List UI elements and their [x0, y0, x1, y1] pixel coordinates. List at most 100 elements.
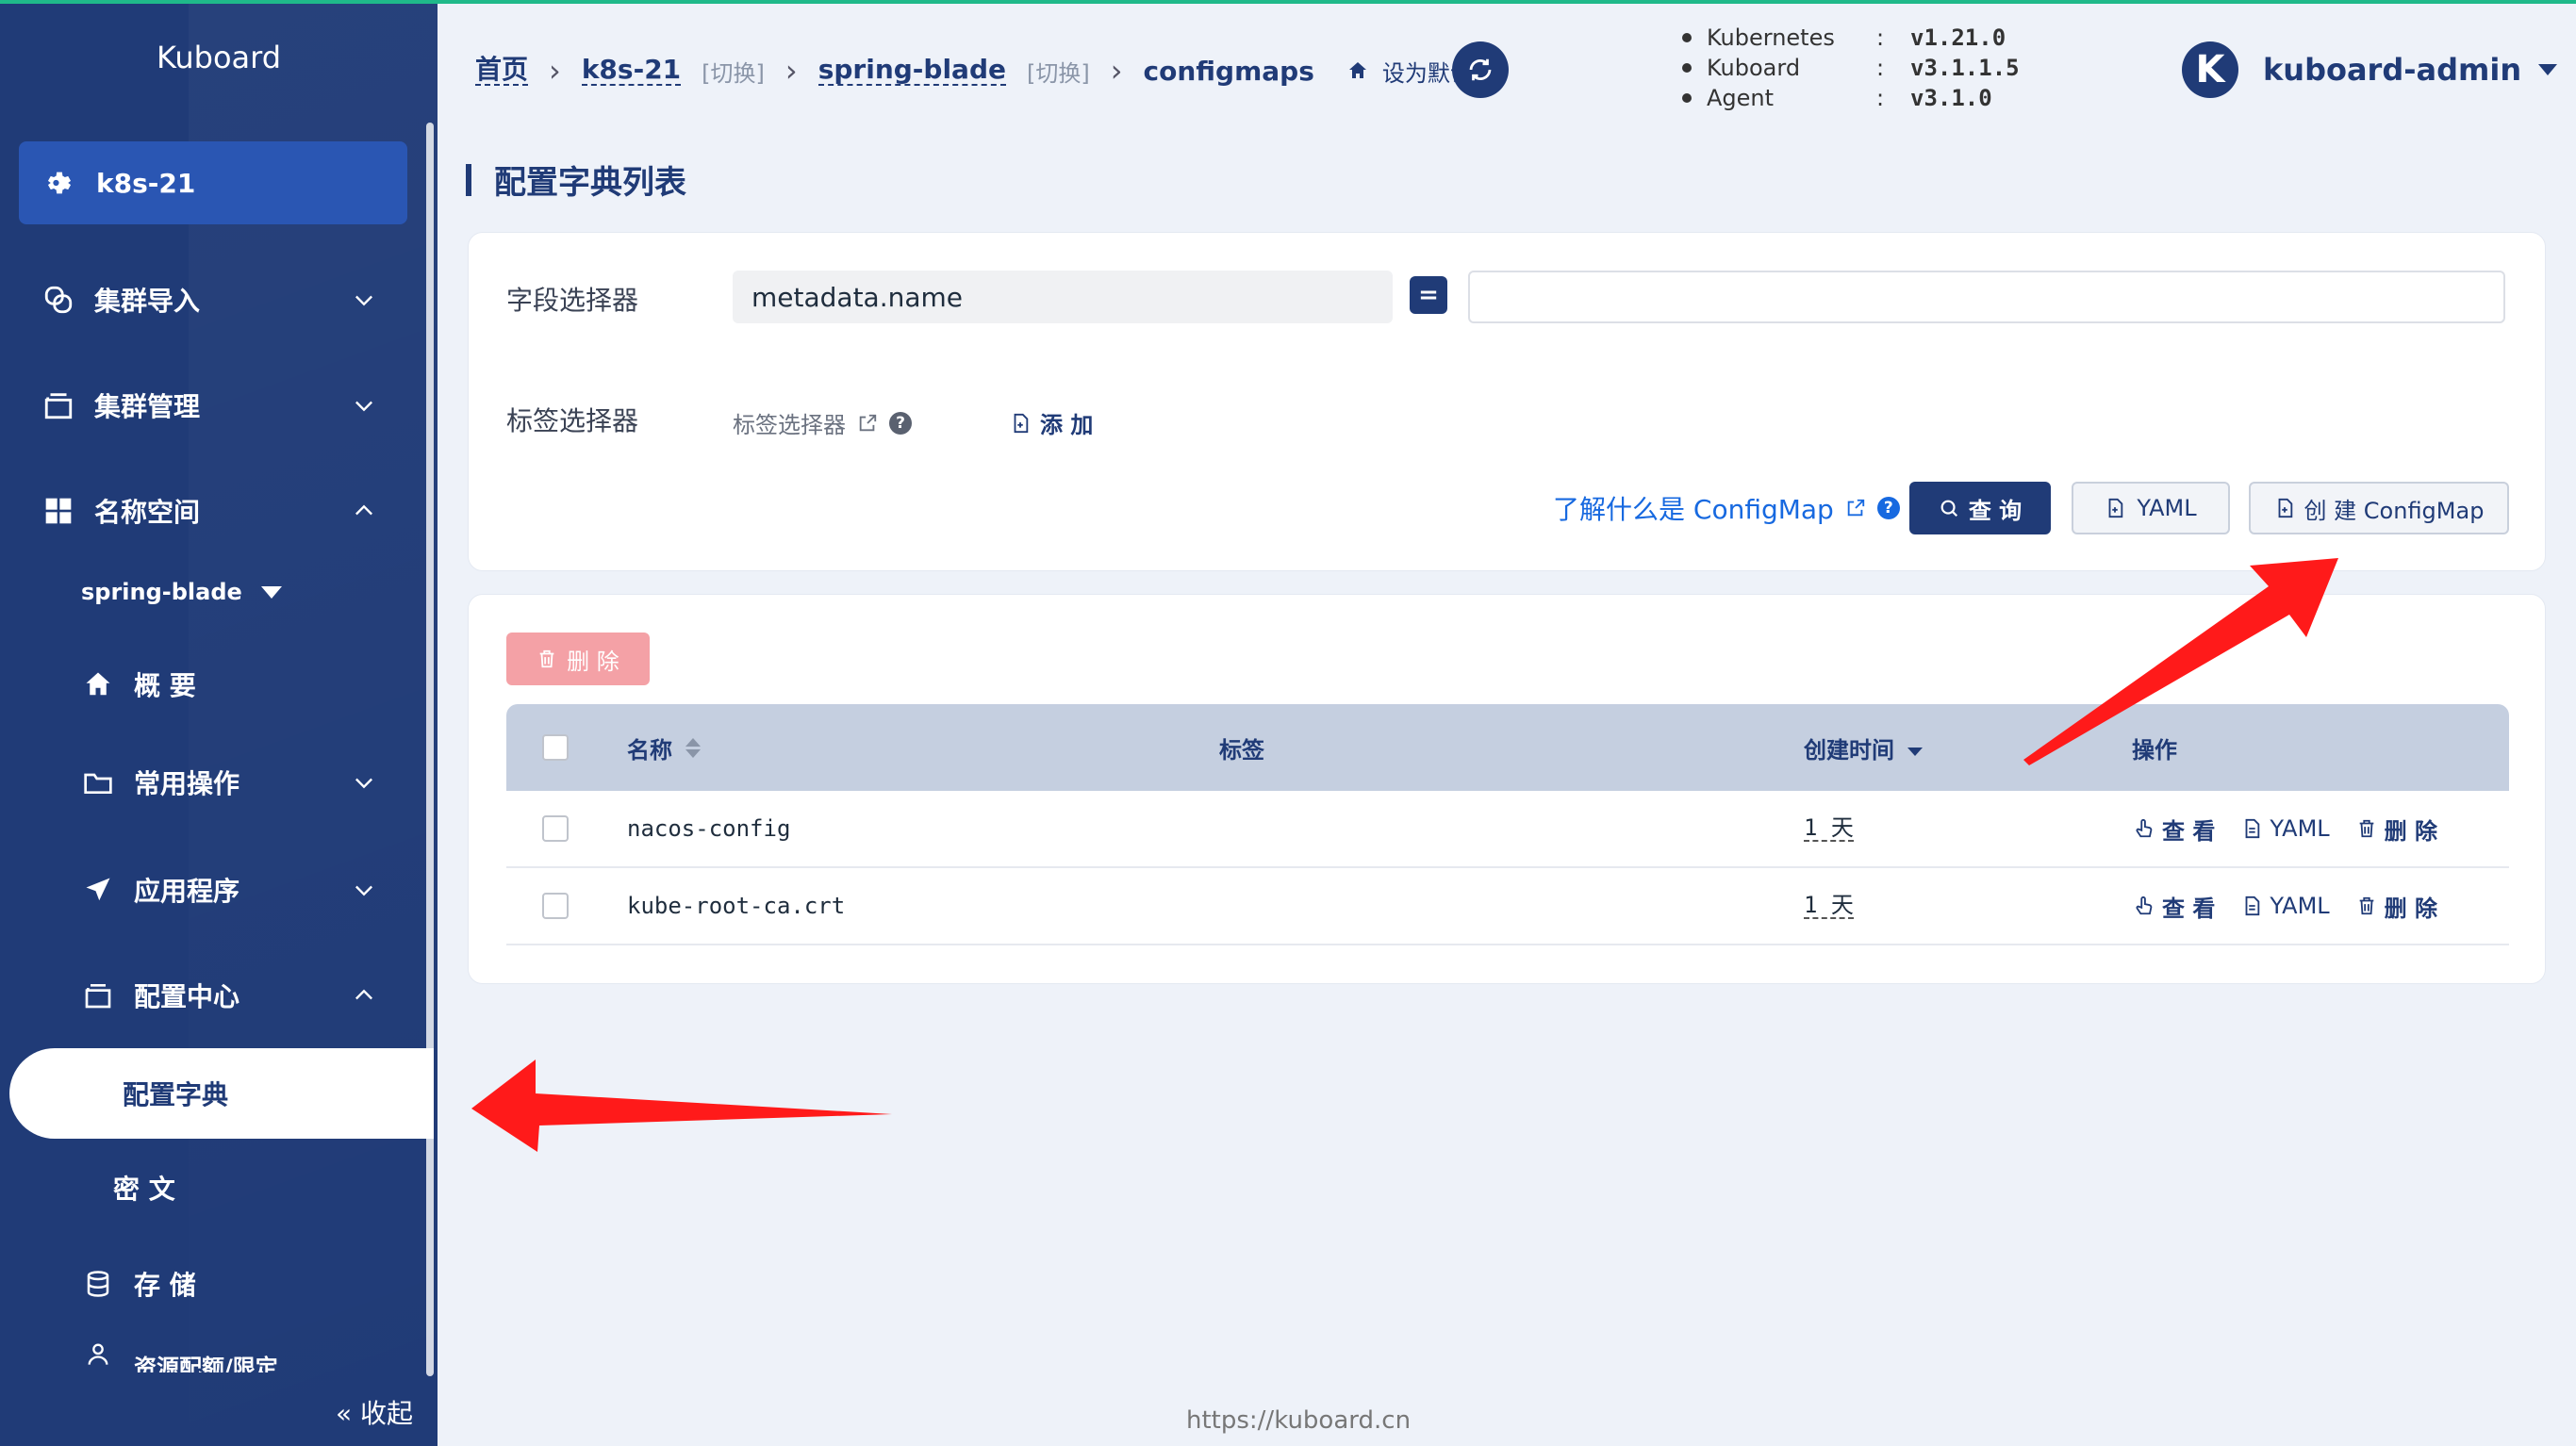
switch-cluster-link[interactable]: [切换] [702, 55, 765, 88]
breadcrumb-home[interactable]: 首页 [475, 55, 529, 87]
column-header-ops: 操作 [2132, 736, 2177, 764]
namespace-select[interactable]: spring-blade [81, 579, 282, 605]
trash-icon [2356, 896, 2377, 916]
column-header-label: 名称 [627, 736, 672, 764]
field-value-input[interactable] [1468, 271, 2505, 323]
sort-icon[interactable] [685, 737, 701, 758]
breadcrumb: 首页 › k8s-21 [切换] › spring-blade [切换] › c… [475, 53, 1495, 89]
footer-url[interactable]: https://kuboard.cn [1186, 1406, 1411, 1435]
breadcrumb-namespace[interactable]: spring-blade [817, 55, 1006, 87]
checkbox[interactable] [542, 734, 569, 761]
delete-label: 删 除 [2384, 895, 2438, 922]
sort-desc-icon[interactable] [1907, 747, 1923, 756]
table-row: nacos-config 1 天 查 看 YAML 删 除 [506, 791, 2509, 868]
sidebar-item-config-center[interactable]: 配置中心 [0, 958, 424, 1033]
user-icon [81, 1337, 115, 1371]
breadcrumb-cluster[interactable]: k8s-21 [581, 55, 682, 87]
breadcrumb-current: configmaps [1143, 55, 1314, 87]
sidebar-item-applications[interactable]: 应用程序 [0, 852, 424, 928]
create-configmap-label: 创 建 ConfigMap [2304, 497, 2485, 524]
add-label-button[interactable]: 添 加 [1010, 406, 1093, 439]
yaml-label: YAML [2137, 495, 2197, 521]
delete-label: 删 除 [2384, 817, 2438, 845]
sidebar-scrollbar[interactable] [426, 123, 434, 1376]
batch-delete-button[interactable]: 删 除 [506, 633, 650, 685]
row-checkbox[interactable] [542, 815, 569, 842]
sidebar-item-label: 集群导入 [94, 286, 201, 317]
version-value: v3.1.1.5 [1910, 55, 2020, 81]
sidebar-item-storage[interactable]: 存 储 [0, 1246, 424, 1322]
select-all-checkbox[interactable] [542, 704, 569, 791]
learn-configmap-link[interactable]: 了解什么是 ConfigMap ? [1553, 489, 1900, 527]
column-header-labels: 标签 [1219, 736, 1264, 764]
sidebar-item-namespace[interactable]: 名称空间 [0, 473, 424, 549]
sidebar-item-label: 概 要 [134, 670, 196, 701]
query-button[interactable]: 查 询 [1909, 482, 2051, 534]
chevron-up-icon [355, 504, 372, 516]
sidebar-item-label: 配置字典 [123, 1079, 229, 1110]
chevron-right-icon: › [784, 53, 798, 89]
row-delete-button[interactable]: 删 除 [2356, 890, 2437, 923]
view-button[interactable]: 查 看 [2134, 813, 2215, 846]
sidebar-item-secret[interactable]: 密 文 [0, 1150, 424, 1225]
sidebar: Kuboard k8s-21 集群导入 集群管理 名称空间 spring-bla… [0, 0, 438, 1446]
chevron-down-icon [355, 778, 372, 789]
field-selector-select[interactable]: metadata.name [733, 271, 1393, 323]
switch-namespace-link[interactable]: [切换] [1027, 55, 1090, 88]
bullet-icon [1682, 33, 1692, 42]
configmap-age: 1 天 [1804, 813, 1854, 843]
help-icon[interactable]: ? [1876, 497, 1900, 519]
trash-icon [2356, 818, 2377, 839]
grid-icon [41, 494, 75, 528]
version-value: v1.21.0 [1910, 25, 2006, 51]
table-row: kube-root-ca.crt 1 天 查 看 YAML 删 除 [506, 868, 2509, 945]
row-yaml-button[interactable]: YAML [2241, 893, 2330, 919]
top-accent-line [0, 0, 2576, 4]
bullet-icon [1682, 93, 1692, 103]
row-delete-button[interactable]: 删 除 [2356, 813, 2437, 846]
filter-card: 字段选择器 metadata.name = 标签选择器 标签选择器 ? 添 加 … [468, 232, 2546, 571]
row-yaml-button[interactable]: YAML [2241, 815, 2330, 842]
version-info: Kubernetes: v1.21.0 Kuboard: v3.1.1.5 Agen… [1682, 23, 2020, 113]
view-label: 查 看 [2162, 817, 2216, 845]
window-icon [81, 978, 115, 1012]
file-add-icon [2278, 498, 2292, 518]
page-title-text: 配置字典列表 [494, 164, 686, 202]
sidebar-item-label: 应用程序 [134, 876, 240, 907]
user-menu[interactable]: K kuboard-admin [2182, 41, 2558, 98]
operator-button[interactable]: = [1410, 276, 1447, 314]
folder-icon [81, 765, 115, 799]
configmap-name[interactable]: kube-root-ca.crt [627, 868, 845, 944]
create-configmap-button[interactable]: 创 建 ConfigMap [2249, 482, 2509, 534]
version-name: Kuboard [1707, 55, 1801, 81]
external-link-icon [859, 414, 877, 431]
sidebar-item-cluster-import[interactable]: 集群导入 [0, 262, 424, 337]
row-checkbox[interactable] [542, 893, 569, 919]
current-cluster[interactable]: k8s-21 [19, 141, 407, 224]
column-header-created[interactable]: 创建时间 [1804, 704, 1923, 791]
column-header-name[interactable]: 名称 [627, 704, 701, 791]
refresh-button[interactable] [1452, 41, 1509, 98]
sidebar-item-cluster-manage[interactable]: 集群管理 [0, 368, 424, 443]
label-selector-link[interactable]: 标签选择器 ? [733, 406, 912, 439]
sidebar-item-overview[interactable]: 概 要 [0, 647, 424, 722]
hand-pointer-icon [2134, 818, 2155, 839]
query-label: 查 询 [1968, 497, 2023, 524]
yaml-button[interactable]: YAML [2072, 482, 2230, 534]
configmap-name[interactable]: nacos-config [627, 791, 790, 866]
sidebar-item-label: 常用操作 [134, 768, 240, 799]
version-value: v3.1.0 [1910, 85, 1992, 111]
view-button[interactable]: 查 看 [2134, 890, 2215, 923]
field-selector-label: 字段选择器 [506, 285, 639, 316]
collapse-sidebar-button[interactable]: « 收起 [336, 1393, 413, 1431]
sidebar-item-common-ops[interactable]: 常用操作 [0, 745, 424, 820]
chevron-up-icon [355, 989, 372, 1000]
help-icon[interactable]: ? [889, 411, 912, 435]
sidebar-item-label: 存 储 [134, 1270, 196, 1301]
configmap-table-card: 删 除 名称 标签 创建时间 操作 nacos-config 1 天 查 看 Y… [468, 594, 2546, 984]
label-selector-label: 标签选择器 [506, 405, 639, 436]
external-link-icon [1847, 499, 1865, 517]
home-icon [1348, 62, 1366, 78]
sidebar-item-resource-quota[interactable]: 资源配额/限定 [0, 1335, 424, 1372]
sidebar-item-configmap[interactable]: 配置字典 [9, 1048, 434, 1139]
